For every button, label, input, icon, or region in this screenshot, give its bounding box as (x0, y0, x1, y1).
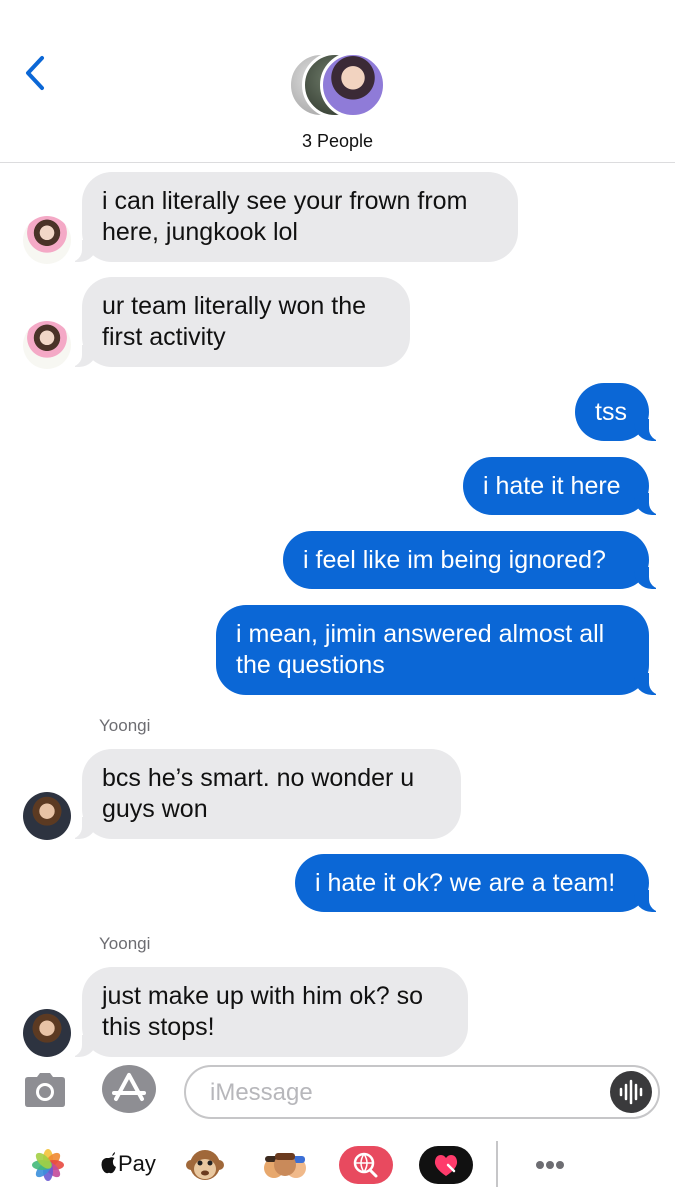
group-title[interactable]: 3 People (0, 131, 675, 152)
memoji-button[interactable] (262, 1143, 308, 1187)
apple-logo-icon (101, 1152, 116, 1174)
outgoing-message[interactable]: i mean, jimin answered almost all the qu… (216, 605, 661, 695)
apple-pay-label: Pay (118, 1151, 156, 1176)
conversation-header: 3 People (0, 0, 675, 163)
message-input[interactable] (208, 1073, 602, 1113)
message-text: just make up with him ok? so this stops! (102, 982, 423, 1041)
incoming-message[interactable]: bcs he’s smart. no wonder u guys won (70, 749, 461, 839)
photos-app-button[interactable] (32, 1143, 64, 1187)
outgoing-message[interactable]: i hate it here (463, 457, 661, 515)
message-list[interactable]: i can literally see your frown from here… (0, 163, 675, 1060)
outgoing-message[interactable]: tss (575, 383, 661, 441)
message-input-field[interactable] (184, 1065, 660, 1119)
camera-button[interactable] (24, 1072, 66, 1108)
app-drawer: Pay (0, 1135, 675, 1195)
drawer-divider (496, 1141, 498, 1187)
message-text: i can literally see your frown from here… (102, 187, 468, 246)
message-text: ur team literally won the first activity (102, 292, 367, 351)
message-text: i mean, jimin answered almost all the qu… (236, 620, 605, 679)
avatar (320, 52, 386, 118)
digital-touch-button[interactable] (418, 1143, 474, 1187)
message-text: tss (595, 398, 627, 426)
app-store-icon (112, 1073, 146, 1101)
more-apps-button[interactable] (522, 1143, 578, 1187)
message-text: i hate it here (483, 472, 621, 500)
more-icon (536, 1161, 564, 1169)
message-text: i feel like im being ignored? (303, 546, 606, 574)
heart-touch-icon (419, 1146, 473, 1184)
group-avatar-stack[interactable] (288, 52, 388, 120)
chevron-left-icon (26, 56, 44, 90)
apple-pay-button[interactable]: Pay (100, 1151, 156, 1177)
sender-label: Yoongi (99, 934, 151, 953)
avatar[interactable] (23, 792, 71, 840)
outgoing-message[interactable]: i feel like im being ignored? (283, 531, 661, 589)
back-button[interactable] (18, 52, 54, 96)
monkey-icon (186, 1150, 224, 1180)
sender-label: Yoongi (99, 716, 151, 735)
message-text: i hate it ok? we are a team! (315, 869, 616, 897)
audio-message-button[interactable] (610, 1071, 652, 1113)
camera-icon (25, 1073, 65, 1107)
waveform-icon (619, 1079, 643, 1105)
composer-bar (0, 1060, 675, 1122)
memoji-icon (264, 1153, 306, 1178)
image-search-button[interactable] (338, 1143, 394, 1187)
avatar[interactable] (23, 216, 71, 264)
globe-search-icon (339, 1146, 393, 1184)
animoji-button[interactable] (186, 1143, 224, 1187)
app-store-button[interactable] (102, 1065, 156, 1113)
photos-icon (32, 1149, 64, 1181)
incoming-message[interactable]: i can literally see your frown from here… (70, 172, 518, 262)
avatar[interactable] (23, 321, 71, 369)
outgoing-message[interactable]: i hate it ok? we are a team! (295, 854, 661, 912)
avatar[interactable] (23, 1009, 71, 1057)
incoming-message[interactable]: ur team literally won the first activity (70, 277, 410, 367)
incoming-message[interactable]: just make up with him ok? so this stops! (70, 967, 468, 1057)
message-text: bcs he’s smart. no wonder u guys won (102, 764, 415, 823)
